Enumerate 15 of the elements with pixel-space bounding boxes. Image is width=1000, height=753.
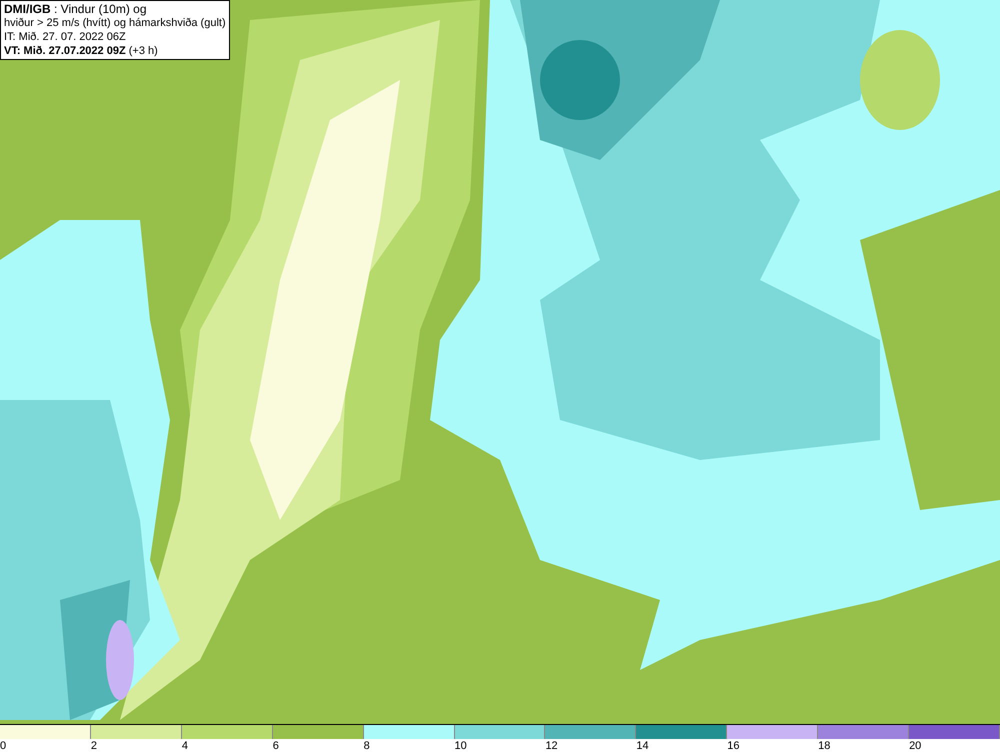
legend-label: 8	[364, 739, 370, 753]
legend-label: 4	[182, 739, 188, 753]
legend-label: 16	[727, 739, 740, 753]
info-line: IT: Mið. 27. 07. 2022 06Z	[4, 30, 127, 44]
legend-label: 10	[454, 739, 467, 753]
info-line: hviður > 25 m/s (hvítt) og hámarkshviða (gult)	[4, 16, 226, 30]
legend-label: 12	[545, 739, 558, 753]
legend-label: 6	[272, 739, 279, 753]
info-line: DMI/IGB : Vindur (10m) og	[4, 2, 148, 16]
legend-label: 2	[90, 739, 98, 753]
info-line: VT: Mið. 27.07.2022 09Z (+3 h)	[4, 44, 159, 58]
legend-label: 0	[0, 739, 6, 753]
legend-label: 14	[636, 739, 649, 753]
legend-label: 20	[909, 739, 922, 753]
legend-label: 18	[818, 739, 830, 753]
